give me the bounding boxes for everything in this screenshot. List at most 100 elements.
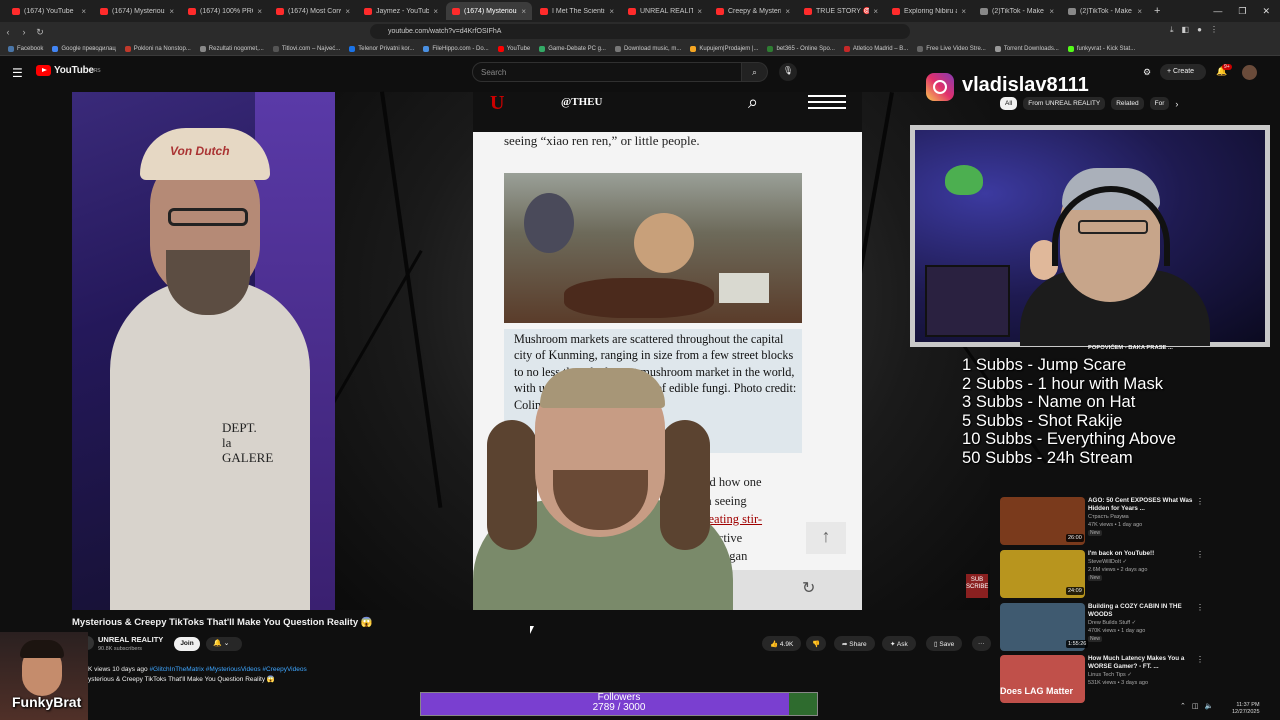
hamburger-menu-icon[interactable]: ☰ <box>12 66 23 80</box>
close-tab-icon[interactable]: × <box>605 7 614 16</box>
channel-name[interactable]: Linus Tech Tips ✓ <box>1088 672 1132 678</box>
share-button[interactable]: ➦ Share <box>834 636 875 651</box>
more-options-icon[interactable]: ⋮ <box>1196 603 1204 612</box>
bookmark-item[interactable]: Titlovi.com – Najveć... <box>272 45 340 52</box>
video-title[interactable]: AGO: 50 Cent EXPOSES What Was Hidden for… <box>1088 497 1194 513</box>
browser-tab[interactable]: Exploring Nibiru and the× <box>886 2 972 20</box>
video-title[interactable]: I'm back on YouTube!! <box>1088 550 1194 558</box>
close-tab-icon[interactable]: × <box>869 7 878 16</box>
recommended-video[interactable]: 24:09 I'm back on YouTube!! SteveWillDoIt … <box>1000 550 1204 600</box>
user-avatar[interactable] <box>1242 65 1257 80</box>
forward-arrow-icon[interactable]: › <box>16 27 32 37</box>
recommended-video[interactable]: 1:55:26 Building a COZY CABIN IN THE WOOD… <box>1000 603 1204 653</box>
browser-tab[interactable]: Jaymez - YouTube × <box>358 2 444 20</box>
dislike-button[interactable]: 👎 <box>806 636 827 651</box>
maximize-button[interactable]: ❐ <box>1238 6 1246 17</box>
reload-icon[interactable]: ↻ <box>32 27 48 38</box>
volume-icon[interactable]: 🔈 <box>1205 702 1214 710</box>
ask-button[interactable]: ✦ Ask <box>882 636 916 651</box>
extensions-icon[interactable]: ◧ <box>1182 25 1190 35</box>
channel-name[interactable]: Страсть Разума <box>1088 514 1129 520</box>
browser-tab[interactable]: (1674) Mysterious Vide× <box>94 2 180 20</box>
bookmark-item[interactable]: FileHippo.com - Do... <box>423 45 489 52</box>
search-input[interactable]: Search <box>472 62 742 82</box>
bookmark-item[interactable]: Atletico Madrid – B... <box>843 45 908 52</box>
close-tab-icon[interactable]: × <box>957 7 966 16</box>
save-button[interactable]: ▯ Save <box>926 636 963 651</box>
hashtags[interactable]: #GlitchInTheMatrix #MysteriousVideos #Cr… <box>149 666 306 673</box>
close-tab-icon[interactable]: × <box>1133 7 1142 16</box>
close-tab-icon[interactable]: × <box>1045 7 1054 16</box>
more-options-icon[interactable]: ⋮ <box>1196 655 1204 664</box>
browser-tab[interactable]: (2)TikTok - Make Your D× <box>1062 2 1148 20</box>
channel-name[interactable]: SteveWillDoIt ✓ <box>1088 559 1127 565</box>
chip-from-channel[interactable]: From UNREAL REALITY <box>1023 97 1106 110</box>
video-title[interactable]: POPOVIĆEM - BAKA PRASE ... <box>1088 344 1194 352</box>
bookmark-item[interactable]: Telenor Privatni kor... <box>349 45 414 52</box>
video-description[interactable]: K views 10 days ago #GlitchInTheMatrix #… <box>88 665 988 691</box>
close-tab-icon[interactable]: × <box>517 7 526 16</box>
browser-tab[interactable]: (1674) YouTube × <box>6 2 92 20</box>
channel-name[interactable]: Drew Builds Stuff ✓ <box>1088 620 1136 626</box>
menu-icon[interactable]: ⋮ <box>1210 25 1218 35</box>
browser-tab[interactable]: I Met The Scientist That× <box>534 2 620 20</box>
more-options-icon[interactable]: ⋮ <box>1196 550 1204 559</box>
browser-tab[interactable]: TRUE STORY 🎯 #randc× <box>798 2 884 20</box>
bookmark-item[interactable]: funkyvrat - Kick Stat... <box>1067 45 1135 52</box>
chip-related[interactable]: Related <box>1111 97 1144 110</box>
minimize-button[interactable]: — <box>1213 6 1222 17</box>
bookmark-item[interactable]: Google преводилац <box>52 45 116 52</box>
browser-tab[interactable]: UNREAL REALITY - YouT× <box>622 2 708 20</box>
chip-all[interactable]: All <box>1000 97 1018 110</box>
bookmark-item[interactable]: Game-Debate PC g... <box>539 45 606 52</box>
bookmark-item[interactable]: Torrent Downloads... <box>994 45 1059 52</box>
bookmark-item[interactable]: Facebook <box>8 45 43 52</box>
browser-tab[interactable]: (2)TikTok - Make Your D× <box>974 2 1060 20</box>
browser-tab[interactable]: (1674) Most Convincing× <box>270 2 356 20</box>
like-button[interactable]: 👍 4.9K <box>762 636 802 651</box>
close-tab-icon[interactable]: × <box>341 7 350 16</box>
close-tab-icon[interactable]: × <box>253 7 262 16</box>
gear-icon[interactable]: ⚙ <box>1143 67 1151 78</box>
youtube-logo[interactable]: YouTube RS <box>36 65 101 76</box>
join-button[interactable]: Join <box>174 637 200 651</box>
create-button[interactable]: + Create <box>1160 64 1206 80</box>
browser-tab[interactable]: Creepy & Mysterious Vi× <box>710 2 796 20</box>
close-window-button[interactable]: ✕ <box>1262 6 1270 17</box>
bookmark-item[interactable]: Pokloni na Nonstop... <box>124 45 191 52</box>
more-options-icon[interactable]: ⋮ <box>1196 497 1204 506</box>
recommended-video[interactable]: POPOVIĆEM - BAKA PRASE ... <box>1000 344 1200 354</box>
bookmark-item[interactable]: Free Live Video Stre... <box>917 45 986 52</box>
voice-search-mic-icon[interactable]: 🎙 <box>779 63 797 81</box>
close-tab-icon[interactable]: × <box>429 7 438 16</box>
new-tab-button[interactable]: + <box>1148 5 1166 17</box>
close-tab-icon[interactable]: × <box>77 7 86 16</box>
chevron-up-icon[interactable]: ⌃ <box>1180 702 1186 710</box>
bookmark-item[interactable]: Download music, m... <box>614 45 681 52</box>
profile-icon[interactable]: ● <box>1197 25 1202 35</box>
chip-for-you[interactable]: For <box>1149 97 1170 110</box>
search-button[interactable]: ⌕ <box>742 62 768 82</box>
close-tab-icon[interactable]: × <box>781 7 790 16</box>
bookmark-item[interactable]: Kupujem|Prodajem |... <box>690 45 758 52</box>
recommended-video[interactable]: How Much Latency Makes You a WORSE Gamer… <box>1000 655 1204 705</box>
subscribed-bell-button[interactable]: 🔔 ⌄ <box>206 637 242 651</box>
more-actions-button[interactable]: ··· <box>972 636 991 651</box>
close-tab-icon[interactable]: × <box>693 7 702 16</box>
clock[interactable]: 11:37 PM 12/27/2025 <box>1232 702 1260 716</box>
subscribe-watermark[interactable]: SUB SCRIBE <box>966 574 988 598</box>
bookmark-item[interactable]: bet365 - Online Spo... <box>767 45 835 52</box>
video-title[interactable]: Building a COZY CABIN IN THE WOODS <box>1088 603 1194 619</box>
back-arrow-icon[interactable]: ‹ <box>0 27 16 37</box>
network-icon[interactable]: ◫ <box>1192 702 1199 710</box>
address-bar[interactable]: youtube.com/watch?v=d4KrfOSIFhA <box>370 24 910 39</box>
chevron-right-icon[interactable]: › <box>1175 99 1178 109</box>
close-tab-icon[interactable]: × <box>165 7 174 16</box>
browser-tab[interactable]: (1674) 100% PROOF, PA× <box>182 2 268 20</box>
bookmark-item[interactable]: Rezultati nogomet,... <box>199 45 264 52</box>
video-title[interactable]: How Much Latency Makes You a WORSE Gamer… <box>1088 655 1194 671</box>
recommended-video[interactable]: 26:00 AGO: 50 Cent EXPOSES What Was Hidde… <box>1000 497 1204 547</box>
channel-name[interactable]: UNREAL REALITY <box>98 635 163 644</box>
browser-tab[interactable]: (1674) Mysterious × <box>446 2 532 20</box>
download-icon[interactable]: ⤓ <box>1170 25 1174 35</box>
